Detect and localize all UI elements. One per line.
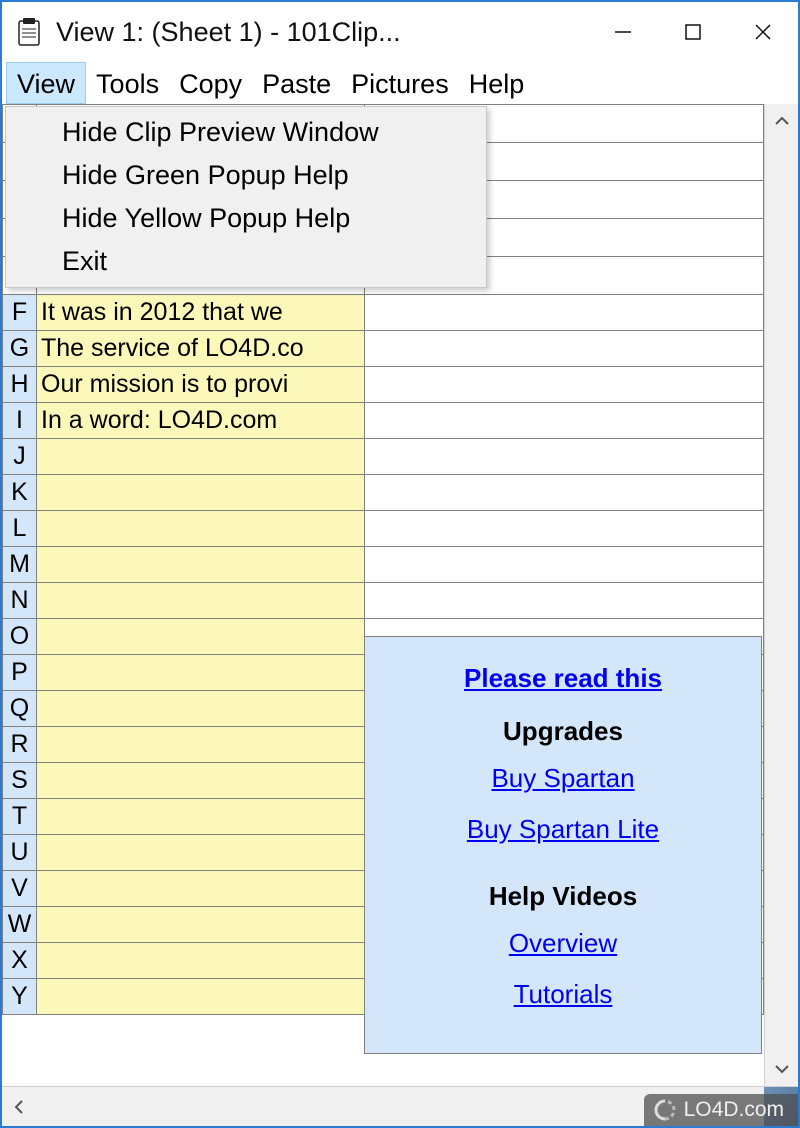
row-header[interactable]: L	[3, 511, 37, 547]
clip-cell[interactable]: It was in 2012 that we	[37, 295, 365, 331]
row-header[interactable]: H	[3, 367, 37, 403]
minimize-button[interactable]	[588, 2, 658, 62]
menu-item-hide-yellow-popup-help[interactable]: Hide Yellow Popup Help	[6, 197, 486, 240]
scroll-left-icon[interactable]	[2, 1090, 36, 1124]
clip-cell[interactable]	[37, 691, 365, 727]
table-row: M	[3, 547, 764, 583]
menu-copy[interactable]: Copy	[169, 62, 252, 104]
clip-cell[interactable]	[37, 835, 365, 871]
grid-cell[interactable]	[365, 511, 764, 547]
clip-cell[interactable]	[37, 619, 365, 655]
watermark-text: LO4D.com	[684, 1098, 784, 1122]
row-header[interactable]: U	[3, 835, 37, 871]
row-header[interactable]: K	[3, 475, 37, 511]
clip-cell[interactable]	[37, 439, 365, 475]
help-videos-heading: Help Videos	[365, 881, 761, 912]
table-row: IIn a word: LO4D.com	[3, 403, 764, 439]
info-panel: Please read this Upgrades Buy Spartan Bu…	[364, 636, 762, 1054]
clip-cell[interactable]	[37, 511, 365, 547]
clip-cell[interactable]: Our mission is to provi	[37, 367, 365, 403]
scroll-down-icon[interactable]	[765, 1052, 799, 1086]
row-header[interactable]: S	[3, 763, 37, 799]
row-header[interactable]: T	[3, 799, 37, 835]
grid-cell[interactable]	[365, 439, 764, 475]
clip-cell[interactable]	[37, 475, 365, 511]
menu-help[interactable]: Help	[459, 62, 535, 104]
watermark: LO4D.com	[644, 1094, 798, 1126]
row-header[interactable]: F	[3, 295, 37, 331]
row-header[interactable]: R	[3, 727, 37, 763]
clip-cell[interactable]	[37, 943, 365, 979]
grid-cell[interactable]	[365, 403, 764, 439]
clip-cell[interactable]	[37, 871, 365, 907]
row-header[interactable]: W	[3, 907, 37, 943]
row-header[interactable]: N	[3, 583, 37, 619]
table-row: J	[3, 439, 764, 475]
row-header[interactable]: M	[3, 547, 37, 583]
row-header[interactable]: X	[3, 943, 37, 979]
menu-tools[interactable]: Tools	[86, 62, 169, 104]
grid-cell[interactable]	[365, 583, 764, 619]
row-header[interactable]: G	[3, 331, 37, 367]
grid-cell[interactable]	[365, 475, 764, 511]
clip-cell[interactable]: The service of LO4D.co	[37, 331, 365, 367]
clip-cell[interactable]	[37, 799, 365, 835]
row-header[interactable]: O	[3, 619, 37, 655]
clip-cell[interactable]	[37, 727, 365, 763]
table-row: K	[3, 475, 764, 511]
menu-view[interactable]: View	[6, 62, 86, 104]
close-button[interactable]	[728, 2, 798, 62]
menu-item-exit[interactable]: Exit	[6, 240, 486, 283]
grid-cell[interactable]	[365, 547, 764, 583]
table-row: L	[3, 511, 764, 547]
clip-cell[interactable]: In a word: LO4D.com	[37, 403, 365, 439]
row-header[interactable]: V	[3, 871, 37, 907]
table-row: HOur mission is to provi	[3, 367, 764, 403]
buy-spartan-lite-link[interactable]: Buy Spartan Lite	[467, 814, 659, 845]
row-header[interactable]: J	[3, 439, 37, 475]
menubar: ViewToolsCopyPastePicturesHelp	[2, 62, 798, 104]
scroll-up-icon[interactable]	[765, 104, 799, 138]
clip-cell[interactable]	[37, 979, 365, 1015]
clip-cell[interactable]	[37, 547, 365, 583]
titlebar: View 1: (Sheet 1) - 101Clip...	[2, 2, 798, 62]
row-header[interactable]: Y	[3, 979, 37, 1015]
menu-paste[interactable]: Paste	[252, 62, 341, 104]
menu-pictures[interactable]: Pictures	[341, 62, 459, 104]
clip-cell[interactable]	[37, 583, 365, 619]
row-header[interactable]: P	[3, 655, 37, 691]
window-title: View 1: (Sheet 1) - 101Clip...	[56, 17, 401, 48]
view-menu-dropdown: Hide Clip Preview WindowHide Green Popup…	[5, 106, 487, 288]
overview-link[interactable]: Overview	[509, 928, 617, 959]
row-header[interactable]: Q	[3, 691, 37, 727]
upgrades-heading: Upgrades	[365, 716, 761, 747]
grid-cell[interactable]	[365, 331, 764, 367]
grid-cell[interactable]	[365, 367, 764, 403]
tutorials-link[interactable]: Tutorials	[514, 979, 613, 1010]
table-row: FIt was in 2012 that we	[3, 295, 764, 331]
maximize-button[interactable]	[658, 2, 728, 62]
clip-cell[interactable]	[37, 763, 365, 799]
menu-item-hide-clip-preview-window[interactable]: Hide Clip Preview Window	[6, 111, 486, 154]
buy-spartan-link[interactable]: Buy Spartan	[491, 763, 634, 794]
menu-item-hide-green-popup-help[interactable]: Hide Green Popup Help	[6, 154, 486, 197]
clip-cell[interactable]	[37, 907, 365, 943]
clip-cell[interactable]	[37, 655, 365, 691]
table-row: N	[3, 583, 764, 619]
table-row: GThe service of LO4D.co	[3, 331, 764, 367]
app-window: View 1: (Sheet 1) - 101Clip... ViewTools…	[0, 0, 800, 1128]
grid-cell[interactable]	[365, 295, 764, 331]
vertical-scrollbar[interactable]	[764, 104, 798, 1086]
clipboard-icon	[12, 15, 46, 49]
row-header[interactable]: I	[3, 403, 37, 439]
please-read-link[interactable]: Please read this	[464, 663, 662, 694]
